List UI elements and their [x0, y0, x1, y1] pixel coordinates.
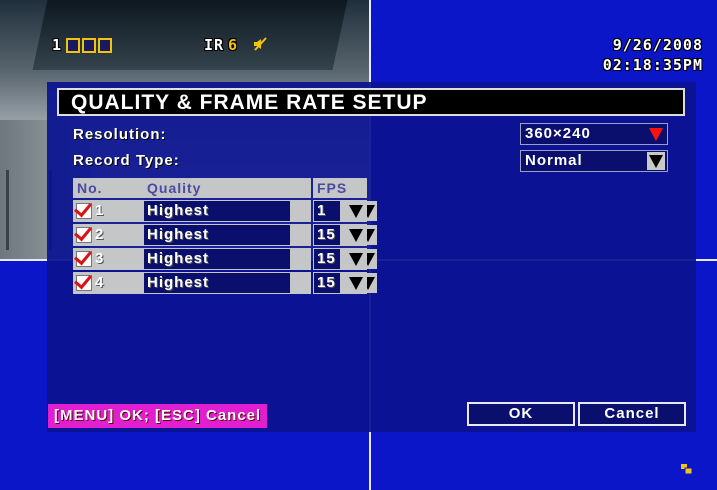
- quality-cell[interactable]: Highest: [143, 224, 377, 246]
- chevron-down-icon[interactable]: [347, 249, 365, 269]
- column-header-quality: Quality: [143, 178, 311, 198]
- quality-cell[interactable]: Highest: [143, 200, 377, 222]
- channel-number-label: 2: [95, 226, 105, 243]
- table-row: 1 Highest 1: [73, 200, 377, 224]
- channel-checkbox[interactable]: [76, 203, 92, 219]
- fps-value: 15: [314, 225, 340, 245]
- column-header-quality-label: Quality: [147, 180, 202, 196]
- channel-number-label: 3: [95, 250, 105, 267]
- key-hint: [MENU] OK; [ESC] Cancel: [48, 404, 268, 428]
- fps-value: 15: [314, 249, 340, 269]
- chevron-down-icon[interactable]: [647, 125, 665, 143]
- camera-rack: [6, 170, 52, 250]
- quality-value: Highest: [144, 273, 290, 293]
- channel-box-icon: [98, 38, 112, 53]
- fps-value: 15: [314, 273, 340, 293]
- record-type-label: Record Type:: [73, 152, 180, 169]
- osd-time: 02:18:35PM: [602, 56, 703, 74]
- quality-value: Highest: [144, 225, 290, 245]
- record-type-dropdown[interactable]: Normal: [520, 150, 668, 172]
- quality-frame-rate-dialog: QUALITY & FRAME RATE SETUP Resolution: 3…: [47, 82, 696, 432]
- channel-checkbox[interactable]: [76, 251, 92, 267]
- column-header-no: No.: [73, 178, 143, 198]
- ok-button[interactable]: OK: [467, 402, 575, 426]
- channel-number-label: 4: [95, 274, 105, 291]
- chevron-down-icon[interactable]: [347, 201, 365, 221]
- cancel-button[interactable]: Cancel: [578, 402, 686, 426]
- channel-checkbox[interactable]: [76, 275, 92, 291]
- ir-value: 6: [228, 36, 239, 54]
- channel-checkbox[interactable]: [76, 227, 92, 243]
- channel-number-label: 1: [95, 202, 105, 219]
- quality-cell[interactable]: Highest: [143, 248, 377, 270]
- record-type-value: Normal: [525, 152, 583, 169]
- column-header-fps-label: FPS: [317, 180, 348, 196]
- chevron-down-icon[interactable]: [647, 152, 665, 170]
- camera-ceiling: [32, 0, 348, 70]
- column-header-no-label: No.: [77, 180, 103, 196]
- resolution-value: 360×240: [525, 125, 591, 142]
- column-header-fps: FPS: [313, 178, 367, 198]
- resolution-label: Resolution:: [73, 126, 167, 143]
- ir-label: IR: [204, 36, 225, 54]
- audio-muted-icon: [254, 37, 267, 51]
- channel-number: 1: [52, 36, 63, 54]
- table-row: 3 Highest 15: [73, 248, 377, 272]
- channel-cell: 4: [73, 272, 143, 294]
- quality-value: Highest: [144, 249, 290, 269]
- resolution-dropdown[interactable]: 360×240: [520, 123, 668, 145]
- channel-box-icon: [82, 38, 96, 53]
- quality-cell[interactable]: Highest: [143, 272, 377, 294]
- quality-value: Highest: [144, 201, 290, 221]
- network-status-icon: [681, 464, 692, 474]
- channel-box-icon: [66, 38, 80, 53]
- channel-cell: 1: [73, 200, 143, 222]
- channel-indicator-boxes: [66, 38, 112, 53]
- table-row: 4 Highest 15: [73, 272, 377, 296]
- dialog-title: QUALITY & FRAME RATE SETUP: [71, 91, 428, 114]
- fps-value: 1: [314, 201, 340, 221]
- dialog-title-bar: QUALITY & FRAME RATE SETUP: [57, 88, 685, 116]
- chevron-down-icon[interactable]: [347, 225, 365, 245]
- channel-cell: 2: [73, 224, 143, 246]
- osd-date: 9/26/2008: [612, 36, 703, 54]
- table-row: 2 Highest 15: [73, 224, 377, 248]
- chevron-down-icon[interactable]: [347, 273, 365, 293]
- channel-cell: 3: [73, 248, 143, 270]
